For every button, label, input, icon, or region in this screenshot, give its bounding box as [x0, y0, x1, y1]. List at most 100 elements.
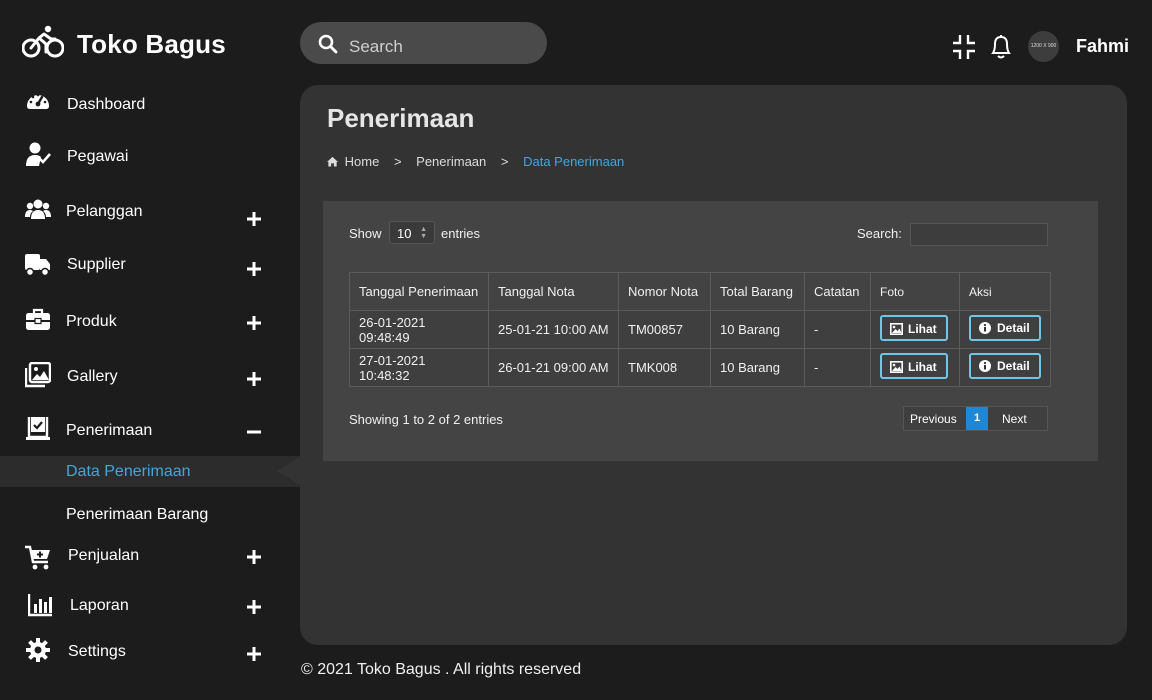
- entries-value: 10: [397, 226, 412, 241]
- cell-nomor-nota: TMK008: [618, 348, 711, 387]
- plus-icon[interactable]: [244, 313, 264, 333]
- plus-icon[interactable]: [244, 209, 264, 229]
- sidebar-item-label: Supplier: [67, 256, 126, 273]
- sidebar-item-label: Penerimaan: [66, 422, 153, 439]
- users-icon: [25, 199, 51, 219]
- cell-tanggal-penerimaan: 26-01-2021 09:48:49: [349, 310, 489, 349]
- detail-button[interactable]: Detail: [969, 315, 1041, 341]
- cell-tanggal-penerimaan: 27-01-2021 10:48:32: [349, 348, 489, 387]
- images-icon: [25, 362, 51, 388]
- table-search-input[interactable]: [910, 223, 1048, 246]
- user-name[interactable]: Fahmi: [1076, 36, 1129, 57]
- column-header[interactable]: Nomor Nota: [618, 272, 711, 311]
- sidebar-subitem-penerimaan-barang[interactable]: Penerimaan Barang: [0, 499, 300, 530]
- plus-icon[interactable]: [244, 547, 264, 567]
- sidebar-item-label: Penjualan: [68, 547, 140, 564]
- truck-icon: [25, 254, 50, 277]
- footer-text: © 2021 Toko Bagus . All rights reserved: [301, 661, 582, 678]
- cell-catatan: -: [804, 310, 871, 349]
- view-button-label: Lihat: [908, 360, 937, 374]
- sidebar-item-laporan[interactable]: Laporan: [0, 586, 300, 626]
- detail-button-label: Detail: [997, 359, 1030, 373]
- page-title: Penerimaan: [327, 103, 475, 133]
- cell-foto: Lihat: [870, 348, 960, 387]
- cell-aksi: Detail: [959, 348, 1051, 387]
- breadcrumb-separator: >: [393, 154, 402, 169]
- table-row: 27-01-2021 10:48:32 26-01-21 09:00 AM TM…: [349, 348, 1051, 387]
- page-1-button[interactable]: 1: [966, 407, 988, 430]
- gear-icon: [26, 638, 50, 662]
- sidebar-item-dashboard[interactable]: Dashboard: [0, 85, 300, 125]
- bicycle-icon: [22, 25, 64, 58]
- home-icon: [327, 156, 338, 167]
- plus-icon[interactable]: [244, 597, 264, 617]
- cell-catatan: -: [804, 348, 871, 387]
- table-row: 26-01-2021 09:48:49 25-01-21 10:00 AM TM…: [349, 310, 1051, 349]
- table-info: Showing 1 to 2 of 2 entries: [349, 412, 503, 427]
- breadcrumb-penerimaan[interactable]: Penerimaan: [416, 154, 486, 169]
- sidebar-item-label: Gallery: [67, 368, 118, 385]
- app-name[interactable]: Toko Bagus: [77, 29, 226, 60]
- user-check-icon: [26, 142, 51, 166]
- plus-icon[interactable]: [244, 369, 264, 389]
- column-header[interactable]: Total Barang: [710, 272, 805, 311]
- image-icon: [890, 323, 903, 335]
- search-input[interactable]: Search: [300, 22, 547, 64]
- image-icon: [890, 361, 903, 373]
- detail-button[interactable]: Detail: [969, 353, 1041, 379]
- column-header: Foto: [870, 272, 960, 311]
- breadcrumb-separator: >: [500, 154, 509, 169]
- next-page-button[interactable]: Next: [1002, 412, 1027, 426]
- active-indicator: [277, 457, 300, 485]
- table-search-label: Search:: [857, 226, 902, 241]
- sidebar-item-label: Pegawai: [67, 148, 129, 165]
- view-photo-button[interactable]: Lihat: [880, 353, 948, 379]
- column-header[interactable]: Tanggal Nota: [488, 272, 619, 311]
- detail-button-label: Detail: [997, 321, 1030, 335]
- column-header: Aksi: [959, 272, 1051, 311]
- pagination: Previous 1 Next: [903, 406, 1048, 431]
- updown-icon: ▲ ▼: [420, 226, 427, 240]
- search-placeholder: Search: [349, 37, 403, 56]
- table-header-row: Tanggal Penerimaan Tanggal Nota Nomor No…: [349, 272, 1051, 311]
- sidebar-subitem-label: Penerimaan Barang: [66, 506, 209, 523]
- cell-tanggal-nota: 25-01-21 10:00 AM: [488, 310, 619, 349]
- clipboard-check-icon: [26, 417, 50, 440]
- sidebar-item-label: Settings: [68, 643, 126, 660]
- sidebar-subitem-label: Data Penerimaan: [66, 463, 191, 480]
- sidebar-item-produk[interactable]: Produk: [0, 302, 300, 342]
- sidebar-item-gallery[interactable]: Gallery: [0, 357, 300, 397]
- cell-total-barang: 10 Barang: [710, 348, 805, 387]
- bell-icon[interactable]: [989, 34, 1013, 60]
- sidebar-item-settings[interactable]: Settings: [0, 632, 300, 672]
- entries-select[interactable]: 10 ▲ ▼: [389, 221, 435, 244]
- breadcrumb: Home > Penerimaan > Data Penerimaan: [326, 154, 624, 169]
- column-header[interactable]: Tanggal Penerimaan: [349, 272, 489, 311]
- info-icon: [979, 360, 991, 372]
- breadcrumb-current: Data Penerimaan: [523, 154, 625, 169]
- sidebar-item-label: Pelanggan: [66, 203, 143, 220]
- sidebar-item-label: Produk: [66, 313, 117, 330]
- plus-icon[interactable]: [244, 259, 264, 279]
- view-photo-button[interactable]: Lihat: [880, 315, 948, 341]
- show-label: Show: [349, 226, 382, 241]
- sidebar-item-penjualan[interactable]: Penjualan: [0, 536, 300, 576]
- compress-icon[interactable]: [952, 34, 976, 60]
- breadcrumb-home[interactable]: Home: [326, 154, 379, 169]
- sidebar-item-pegawai[interactable]: Pegawai: [0, 137, 300, 177]
- avatar[interactable]: 1200 X 900: [1028, 31, 1059, 62]
- plus-icon[interactable]: [244, 644, 264, 664]
- previous-page-button[interactable]: Previous: [910, 412, 957, 426]
- sidebar-item-supplier[interactable]: Supplier: [0, 246, 300, 286]
- view-button-label: Lihat: [908, 322, 937, 336]
- minus-icon[interactable]: [244, 422, 264, 442]
- sidebar-item-label: Laporan: [70, 597, 129, 614]
- bar-chart-icon: [28, 594, 52, 617]
- cell-foto: Lihat: [870, 310, 960, 349]
- cell-total-barang: 10 Barang: [710, 310, 805, 349]
- sidebar-item-penerimaan[interactable]: Penerimaan: [0, 411, 300, 451]
- sidebar-item-pelanggan[interactable]: Pelanggan: [0, 192, 300, 232]
- cell-nomor-nota: TM00857: [618, 310, 711, 349]
- sidebar-subitem-data-penerimaan[interactable]: Data Penerimaan: [0, 456, 300, 487]
- column-header[interactable]: Catatan: [804, 272, 871, 311]
